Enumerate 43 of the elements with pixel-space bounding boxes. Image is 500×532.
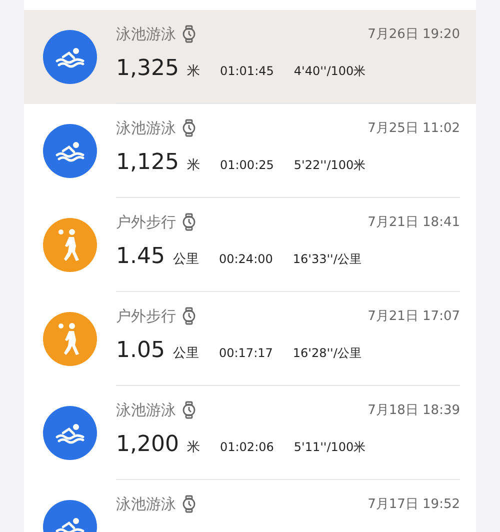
distance-unit: 米 — [186, 156, 200, 174]
activity-title: 户外步行 — [116, 212, 176, 233]
pace-text: 5'11''/100米 — [294, 438, 366, 456]
activity-date: 7月17日 19:52 — [368, 496, 460, 514]
distance-unit: 公里 — [172, 250, 199, 268]
watch-icon — [182, 307, 196, 326]
watch-icon — [182, 495, 196, 514]
pace-text: 16'28''/公里 — [292, 344, 362, 362]
distance-value: 1,200 — [116, 430, 179, 458]
distance-unit: 米 — [186, 62, 200, 80]
distance-unit: 米 — [186, 438, 200, 456]
activity-date: 7月25日 11:02 — [368, 120, 460, 138]
distance-unit: 公里 — [172, 344, 199, 362]
duration-text: 00:24:00 — [218, 250, 273, 268]
activity-title: 泳池游泳 — [116, 24, 176, 45]
activity-row[interactable]: 泳池游泳 7月26日 19:20 1,325 米 01:01:45 4'40''/100米 — [24, 10, 476, 104]
distance-value: 1,125 — [116, 148, 179, 176]
pace-text: 5'22''/100米 — [294, 156, 366, 174]
swimmer-icon — [55, 140, 85, 162]
watch-icon — [182, 25, 196, 44]
watch-icon — [182, 119, 196, 138]
swimmer-icon — [55, 46, 85, 68]
activity-date: 7月21日 17:07 — [368, 308, 460, 326]
activity-date: 7月21日 18:41 — [368, 214, 460, 232]
duration-text: 01:02:06 — [220, 438, 274, 456]
watch-icon — [182, 213, 196, 232]
distance-value: 1.45 — [116, 242, 165, 270]
pace-text: 16'33''/公里 — [292, 250, 362, 268]
distance-value: 1,325 — [116, 54, 179, 82]
pace-text: 4'40''/100米 — [294, 62, 366, 80]
activity-title: 泳池游泳 — [116, 400, 176, 421]
duration-text: 01:00:25 — [220, 156, 274, 174]
watch-icon — [182, 401, 196, 420]
activity-date: 7月18日 18:39 — [368, 402, 460, 420]
activity-title: 泳池游泳 — [116, 118, 176, 139]
swimmer-icon — [55, 422, 85, 444]
distance-value: 1.05 — [116, 336, 165, 364]
activity-title: 户外步行 — [116, 306, 176, 327]
duration-text: 01:01:45 — [220, 62, 274, 80]
swimmer-icon — [55, 516, 85, 532]
activity-title: 泳池游泳 — [116, 494, 176, 515]
activity-date: 7月26日 19:20 — [368, 26, 460, 44]
duration-text: 00:17:17 — [218, 344, 273, 362]
